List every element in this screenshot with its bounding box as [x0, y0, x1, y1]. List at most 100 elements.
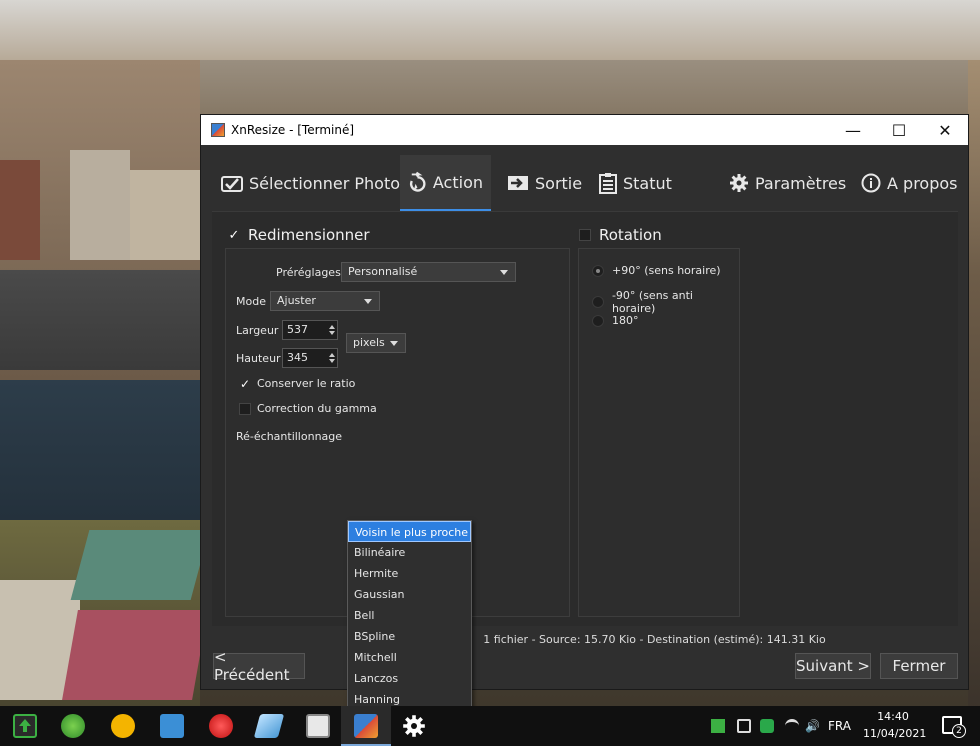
maximize-button[interactable]: ☐	[876, 115, 922, 145]
height-input[interactable]: 345	[282, 348, 338, 368]
rotation-option-label: -90° (sens anti horaire)	[611, 289, 693, 315]
tab-select-photos[interactable]: Sélectionner Photos	[213, 155, 416, 211]
output-icon	[508, 176, 528, 190]
upload-app-icon[interactable]	[13, 714, 37, 738]
xnresize-app-icon	[211, 123, 225, 137]
resample-label: Ré-échantillonnage	[236, 430, 343, 443]
presets-label: Préréglages	[276, 266, 341, 279]
spin-up-icon[interactable]	[329, 353, 335, 357]
mode-select[interactable]: Ajuster	[270, 291, 380, 311]
status-text: 1 fichier - Source: 15.70 Kio - Destinat…	[483, 633, 826, 646]
keep-ratio-label: Conserver le ratio	[257, 377, 356, 390]
spin-down-icon[interactable]	[329, 331, 335, 335]
radio-dot	[592, 264, 604, 277]
red-app-icon[interactable]	[209, 714, 233, 738]
resample-option[interactable]: Mitchell	[348, 647, 471, 668]
resize-checkbox[interactable]: ✓	[228, 228, 240, 243]
gamma-checkbox[interactable]: Correction du gamma	[239, 402, 377, 415]
tab-bar: Sélectionner Photos Action Sortie Statut…	[201, 155, 968, 211]
keep-ratio-checkbox[interactable]: ✓ Conserver le ratio	[239, 376, 356, 391]
rotation-option-label: 180°	[612, 314, 639, 327]
chevron-down-icon	[500, 270, 508, 275]
title-bar: XnResize - [Terminé] — ☐ ✕	[201, 115, 968, 145]
resample-option[interactable]: Hermite	[348, 563, 471, 584]
settings-taskbar-icon[interactable]	[402, 714, 426, 738]
action-panel: ✓ Redimensionner Préréglages Personnalis…	[212, 211, 958, 710]
main-content: Sélectionner Photos Action Sortie Statut…	[201, 145, 968, 710]
resize-title: Redimensionner	[248, 226, 370, 244]
window-title: XnResize - [Terminé]	[231, 123, 355, 137]
tray-upload-icon[interactable]	[711, 719, 725, 733]
gamma-label: Correction du gamma	[257, 402, 377, 415]
rotation-option-label: +90° (sens horaire)	[612, 264, 721, 277]
rotation-option-ccw[interactable]: -90° (sens anti horaire)	[592, 289, 739, 315]
sticky-notes-icon[interactable]	[160, 714, 184, 738]
previous-button[interactable]: < Précédent	[213, 648, 305, 684]
rotation-option-180[interactable]: 180°	[592, 314, 639, 327]
resize-section-toggle[interactable]: ✓ Redimensionner	[228, 226, 370, 244]
height-value: 345	[287, 351, 308, 364]
tab-settings[interactable]: Paramètres	[721, 155, 854, 211]
resample-option[interactable]: Gaussian	[348, 584, 471, 605]
tab-label: Sélectionner Photos	[249, 173, 409, 193]
action-icon	[410, 171, 426, 192]
taskbar: 🔊 FRA 14:40 11/04/2021 2	[0, 706, 980, 746]
spin-up-icon[interactable]	[329, 325, 335, 329]
rotation-group: +90° (sens horaire) -90° (sens anti hora…	[578, 248, 740, 617]
resample-option[interactable]: Bilinéaire	[348, 542, 471, 563]
presets-value: Personnalisé	[348, 265, 418, 278]
info-icon	[861, 173, 881, 193]
resample-option[interactable]: Voisin le plus proche	[348, 521, 471, 542]
mode-value: Ajuster	[277, 294, 316, 307]
language-indicator[interactable]: FRA	[828, 719, 851, 733]
chevron-down-icon	[364, 299, 372, 304]
rotation-title: Rotation	[599, 226, 662, 244]
spin-down-icon[interactable]	[329, 359, 335, 363]
xnresize-window: XnResize - [Terminé] — ☐ ✕ Sélectionner …	[200, 114, 969, 710]
resample-option[interactable]: Lanczos	[348, 668, 471, 689]
clock-date[interactable]: 11/04/2021	[863, 727, 926, 740]
radio-dot	[592, 296, 604, 308]
xnresize-taskbar-icon	[354, 714, 378, 738]
tab-label: Action	[432, 172, 483, 192]
resample-dropdown-list[interactable]: Voisin le plus proche Bilinéaire Hermite…	[347, 520, 472, 710]
next-button[interactable]: Suivant >	[795, 653, 871, 679]
width-input[interactable]: 537	[282, 320, 338, 340]
clock-time[interactable]: 14:40	[863, 710, 923, 723]
rotation-checkbox[interactable]	[579, 229, 591, 241]
media-player-icon[interactable]	[111, 714, 135, 738]
unit-select[interactable]: pixels	[346, 333, 406, 353]
shield-icon[interactable]	[760, 719, 774, 733]
close-button[interactable]: Fermer	[880, 653, 958, 679]
minimize-button[interactable]: —	[830, 115, 876, 145]
paint-app-icon[interactable]	[253, 714, 285, 738]
tab-action[interactable]: Action	[400, 155, 491, 211]
tab-about[interactable]: A propos	[853, 155, 965, 211]
gear-icon	[730, 174, 748, 192]
wifi-icon[interactable]	[785, 719, 799, 733]
volume-icon[interactable]: 🔊	[805, 719, 820, 733]
globe-app-icon[interactable]	[61, 714, 85, 738]
usb-icon[interactable]	[737, 719, 751, 733]
tab-label: Sortie	[535, 173, 583, 193]
tab-output[interactable]: Sortie	[499, 155, 590, 211]
width-value: 537	[287, 323, 308, 336]
checkmark-icon: ✓	[239, 376, 251, 391]
rotation-option-cw[interactable]: +90° (sens horaire)	[592, 264, 721, 277]
tab-status[interactable]: Statut	[591, 155, 680, 211]
tab-label: Paramètres	[755, 173, 847, 193]
select-photos-icon	[221, 176, 243, 192]
close-window-button[interactable]: ✕	[922, 115, 968, 145]
status-icon	[599, 173, 617, 194]
rotation-section-toggle[interactable]: Rotation	[579, 226, 662, 244]
presets-select[interactable]: Personnalisé	[341, 262, 516, 282]
tab-label: Statut	[623, 173, 672, 193]
unit-value: pixels	[353, 336, 385, 349]
checkbox-box	[239, 402, 251, 415]
notification-count-badge: 2	[952, 724, 966, 738]
tab-label: A propos	[887, 173, 958, 193]
notepad-icon[interactable]	[306, 714, 330, 738]
taskbar-active-xnresize[interactable]	[341, 706, 391, 746]
resample-option[interactable]: Bell	[348, 605, 471, 626]
chevron-down-icon	[390, 341, 398, 346]
